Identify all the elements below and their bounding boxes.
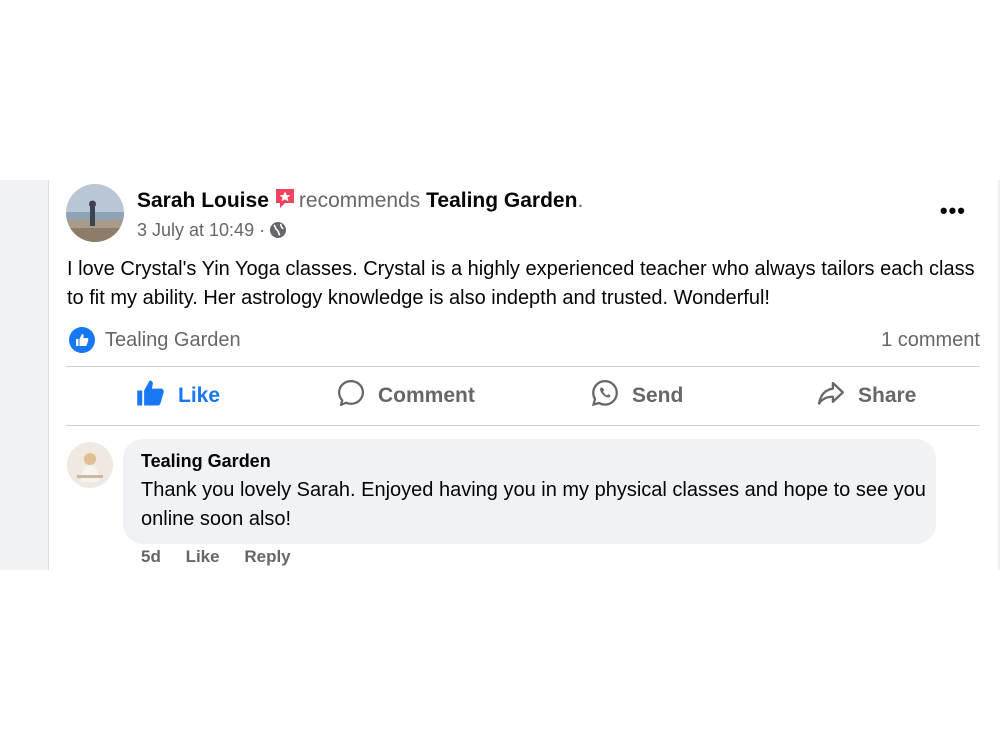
share-button[interactable]: Share	[816, 368, 916, 424]
post-body-text: I love Crystal's Yin Yoga classes. Cryst…	[67, 258, 975, 309]
comment-count-link[interactable]: 1 comment	[881, 329, 980, 352]
more-options-button[interactable]: •••	[940, 198, 966, 224]
comment-reply-button[interactable]: Reply	[244, 547, 290, 566]
share-arrow-icon	[816, 378, 858, 414]
author-name[interactable]: Sarah Louise	[137, 189, 269, 212]
comment-author[interactable]: Tealing Garden	[141, 451, 271, 472]
comment-age[interactable]: 5d	[141, 547, 161, 566]
meta-separator: ·	[259, 220, 266, 240]
recommends-text: recommends	[298, 189, 421, 212]
comment-like-button[interactable]: Like	[186, 547, 220, 566]
divider-bottom	[66, 425, 980, 426]
left-panel-strip	[0, 180, 49, 570]
action-bar: Like Comment Send Share	[66, 368, 980, 424]
comment-button[interactable]: Comment	[336, 368, 475, 424]
thumbs-up-icon	[136, 378, 178, 414]
comment-bubble-icon	[336, 378, 378, 414]
commenter-avatar[interactable]	[67, 442, 113, 488]
like-label: Like	[178, 384, 221, 407]
whatsapp-icon	[590, 378, 632, 414]
thumbs-up-badge-icon	[69, 327, 95, 353]
page-name[interactable]: Tealing Garden	[426, 189, 577, 212]
post-card: Sarah Louise recommends Tealing Garden. 3…	[49, 180, 1000, 570]
divider-top	[66, 366, 980, 367]
post-meta: 3 July at 10:49 ·	[137, 218, 287, 245]
comment-text: Thank you lovely Sarah. Enjoyed having y…	[141, 479, 926, 530]
recommend-badge-icon	[273, 186, 297, 218]
send-label: Send	[632, 384, 684, 407]
comment-label: Comment	[378, 384, 475, 407]
comment-actions: 5d Like Reply	[141, 547, 311, 567]
send-button[interactable]: Send	[590, 368, 683, 424]
share-label: Share	[858, 384, 917, 407]
globe-icon	[269, 221, 287, 245]
author-avatar[interactable]	[66, 184, 124, 242]
post-header: Sarah Louise recommends Tealing Garden.	[137, 186, 583, 218]
like-button[interactable]: Like	[136, 368, 220, 424]
reaction-summary[interactable]: Tealing Garden	[69, 327, 241, 353]
reactor-name: Tealing Garden	[105, 328, 241, 351]
comment-bubble: Tealing Garden Thank you lovely Sarah. E…	[123, 439, 936, 544]
header-period: .	[577, 189, 584, 212]
post-timestamp[interactable]: 3 July at 10:49	[137, 220, 254, 240]
